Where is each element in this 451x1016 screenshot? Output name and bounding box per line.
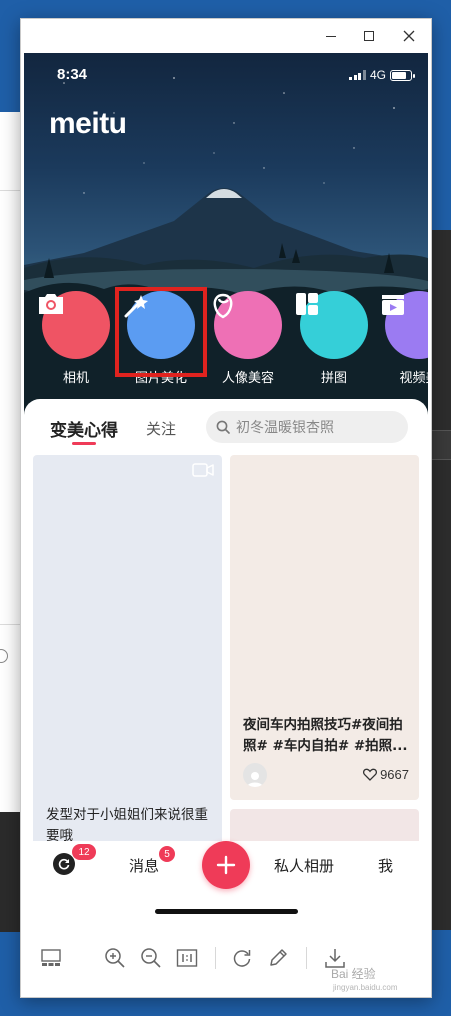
actual-size-button[interactable] (174, 945, 200, 971)
search-input[interactable]: 初冬温暖银杏照 (206, 411, 408, 443)
viewer-toolbar: Bai 经验 jingyan.baidu.com (21, 923, 431, 997)
zoom-out-button[interactable] (138, 945, 164, 971)
create-button[interactable] (202, 841, 250, 889)
feature-label: 人像美容 (221, 371, 274, 386)
clapperboard-icon (382, 291, 428, 359)
nav-messages[interactable]: 消息 (129, 855, 159, 876)
zoom-in-button[interactable] (102, 945, 128, 971)
feature-collage[interactable]: 拼图 (294, 291, 374, 386)
feed-header: 变美心得 关注 初冬温暖银杏照 (24, 399, 428, 453)
feature-row: 相机 图片美化 人像美容 拼图 视频 (24, 291, 428, 387)
title-bar (21, 19, 431, 53)
camera-icon (39, 291, 110, 359)
feature-label: 相机 (62, 371, 89, 386)
search-placeholder: 初冬温暖银杏照 (236, 420, 334, 436)
feature-label: 拼图 (320, 371, 347, 386)
battery-icon (390, 69, 415, 81)
rotate-button[interactable] (229, 945, 255, 971)
close-button[interactable] (387, 19, 431, 53)
close-icon (403, 30, 415, 42)
watermark-url: jingyan.baidu.com (333, 983, 398, 992)
refresh-icon (58, 858, 70, 870)
nav-me[interactable]: 我 (378, 855, 393, 876)
feature-portrait[interactable]: 人像美容 (208, 291, 288, 386)
plus-icon (216, 855, 236, 875)
notification-badge: 12 (72, 844, 96, 860)
feed-card[interactable]: 发型对于小姐姐们来说很重要哦 (33, 455, 222, 875)
nav-refresh[interactable] (53, 853, 75, 875)
edit-button[interactable] (265, 945, 291, 971)
user-icon (247, 772, 263, 787)
home-indicator (155, 909, 298, 914)
thumbnail-layout-icon (41, 949, 61, 966)
bottom-nav: 12 消息 5 私人相册 我 (24, 841, 428, 923)
signal-icon (349, 70, 366, 80)
hero-banner: 8:34 4G meitu 相机 图片美化 人像美容 拼图 视频 (24, 53, 428, 433)
maximize-button[interactable] (347, 19, 391, 53)
feed-card[interactable]: 夜间车内拍照技巧#夜间拍照# #车内自拍# #拍照... 9667 (230, 455, 419, 800)
video-icon (192, 463, 214, 477)
toolbar-divider (215, 947, 216, 969)
network-type: 4G (369, 68, 386, 82)
thumbnail-view-button[interactable] (38, 945, 64, 971)
grid-layout-icon (296, 291, 368, 359)
card-title: 夜间车内拍照技巧#夜间拍照# #车内自拍# #拍照... (243, 717, 408, 754)
face-outline-icon (213, 291, 282, 359)
toolbar-divider (306, 947, 307, 969)
actual-size-icon (176, 949, 198, 967)
feature-camera[interactable]: 相机 (36, 291, 116, 386)
minimize-icon (326, 35, 336, 37)
active-tab-indicator (72, 442, 96, 445)
tab-follow[interactable]: 关注 (146, 418, 176, 439)
background-tab (432, 430, 451, 460)
avatar[interactable] (243, 763, 267, 787)
image-viewer-window: 8:34 4G meitu 相机 图片美化 人像美容 拼图 视频 变美心得 关注… (20, 18, 432, 998)
like-count[interactable]: 9667 (363, 767, 409, 782)
messages-badge: 5 (159, 846, 175, 862)
zoom-in-icon (105, 948, 125, 968)
background-window-left (0, 112, 22, 812)
tab-beauty-tips[interactable]: 变美心得 (50, 416, 118, 441)
likes-value: 9667 (380, 767, 409, 782)
watermark-logo: Bai 经验 (331, 967, 376, 981)
card-meta: 9667 (243, 763, 409, 789)
feature-label: 视频美 (399, 371, 428, 386)
rotate-icon (233, 950, 251, 967)
search-icon (216, 420, 230, 434)
app-logo: meitu (49, 107, 127, 140)
background-window-right (432, 230, 451, 930)
feature-video[interactable]: 视频美 (379, 291, 428, 386)
status-time: 8:34 (57, 66, 88, 83)
pencil-icon (270, 949, 287, 966)
maximize-icon (364, 31, 374, 41)
heart-icon (363, 768, 378, 781)
nav-private-album[interactable]: 私人相册 (274, 855, 334, 876)
phone-screen: 8:34 4G meitu 相机 图片美化 人像美容 拼图 视频 变美心得 关注… (24, 53, 428, 923)
background-dark-panel (0, 812, 22, 932)
status-indicators: 4G (349, 68, 415, 82)
zoom-out-icon (141, 948, 161, 968)
highlight-annotation (115, 287, 207, 377)
